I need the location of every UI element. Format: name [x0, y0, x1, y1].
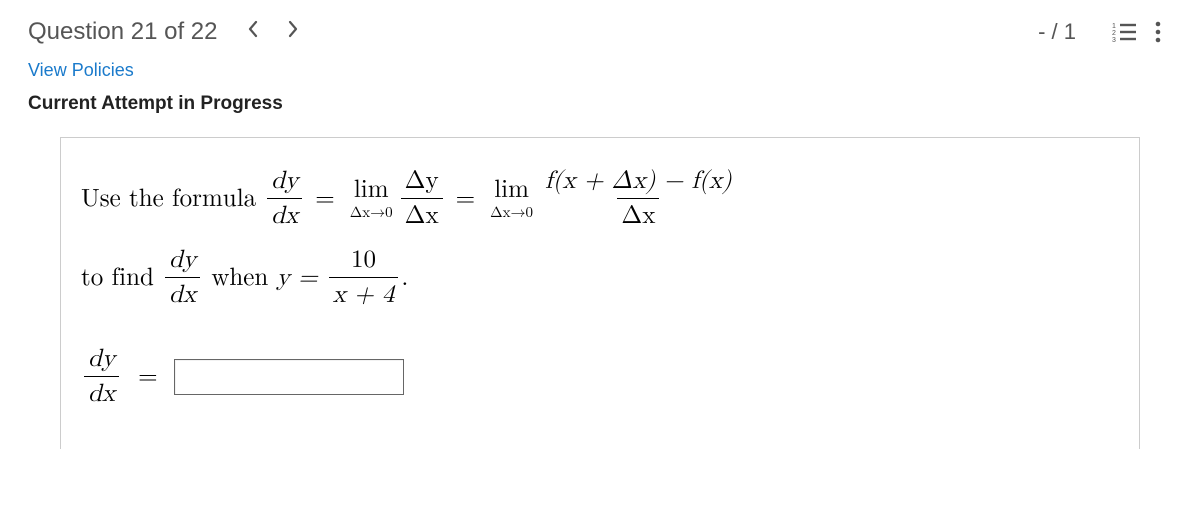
delta-fraction: Δy Δx: [401, 166, 443, 231]
next-question-button[interactable]: [287, 20, 299, 44]
function-fraction: 10 x + 4: [329, 245, 399, 310]
equals-answer: =: [138, 362, 157, 392]
attempt-status: Current Attempt in Progress: [0, 85, 1200, 127]
svg-text:3: 3: [1112, 37, 1116, 42]
question-nav: [247, 20, 299, 44]
svg-text:2: 2: [1112, 30, 1116, 37]
view-policies-link[interactable]: View Policies: [28, 60, 134, 80]
dy-dx-fraction: dy dx: [267, 166, 302, 231]
formula-line-2: to find dy dx when y = 10 x + 4 .: [81, 245, 1119, 310]
answer-input[interactable]: [174, 359, 404, 395]
question-title: Question 21 of 22: [28, 18, 217, 46]
question-header: Question 21 of 22 - / 1 1 2 3: [0, 0, 1200, 56]
score-display: - / 1: [1038, 19, 1076, 45]
equals-1: =: [315, 184, 334, 214]
when-text: when: [203, 263, 277, 293]
to-find-text: to find: [81, 263, 154, 293]
answer-row: dy dx =: [81, 344, 1119, 409]
svg-text:1: 1: [1112, 23, 1116, 30]
limit-2: lim Δx→0: [490, 177, 533, 220]
question-body: Use the formula dy dx = lim Δx→0 Δy Δx =…: [60, 137, 1140, 449]
period: .: [401, 263, 408, 293]
dy-dx-fraction-2: dy dx: [165, 245, 200, 310]
list-icon[interactable]: 1 2 3: [1110, 18, 1138, 46]
prev-question-button[interactable]: [247, 20, 259, 44]
more-menu-icon[interactable]: [1144, 18, 1172, 46]
limit-1: lim Δx→0: [350, 177, 393, 220]
equals-2: =: [456, 184, 475, 214]
y-equals: y =: [277, 263, 318, 293]
intro-text: Use the formula: [81, 184, 256, 214]
answer-label-fraction: dy dx: [84, 344, 119, 409]
formula-line-1: Use the formula dy dx = lim Δx→0 Δy Δx =…: [81, 166, 1119, 231]
difference-quotient: f(x + Δx) − f(x) Δx: [541, 166, 736, 231]
policies-row: View Policies: [0, 56, 1200, 85]
